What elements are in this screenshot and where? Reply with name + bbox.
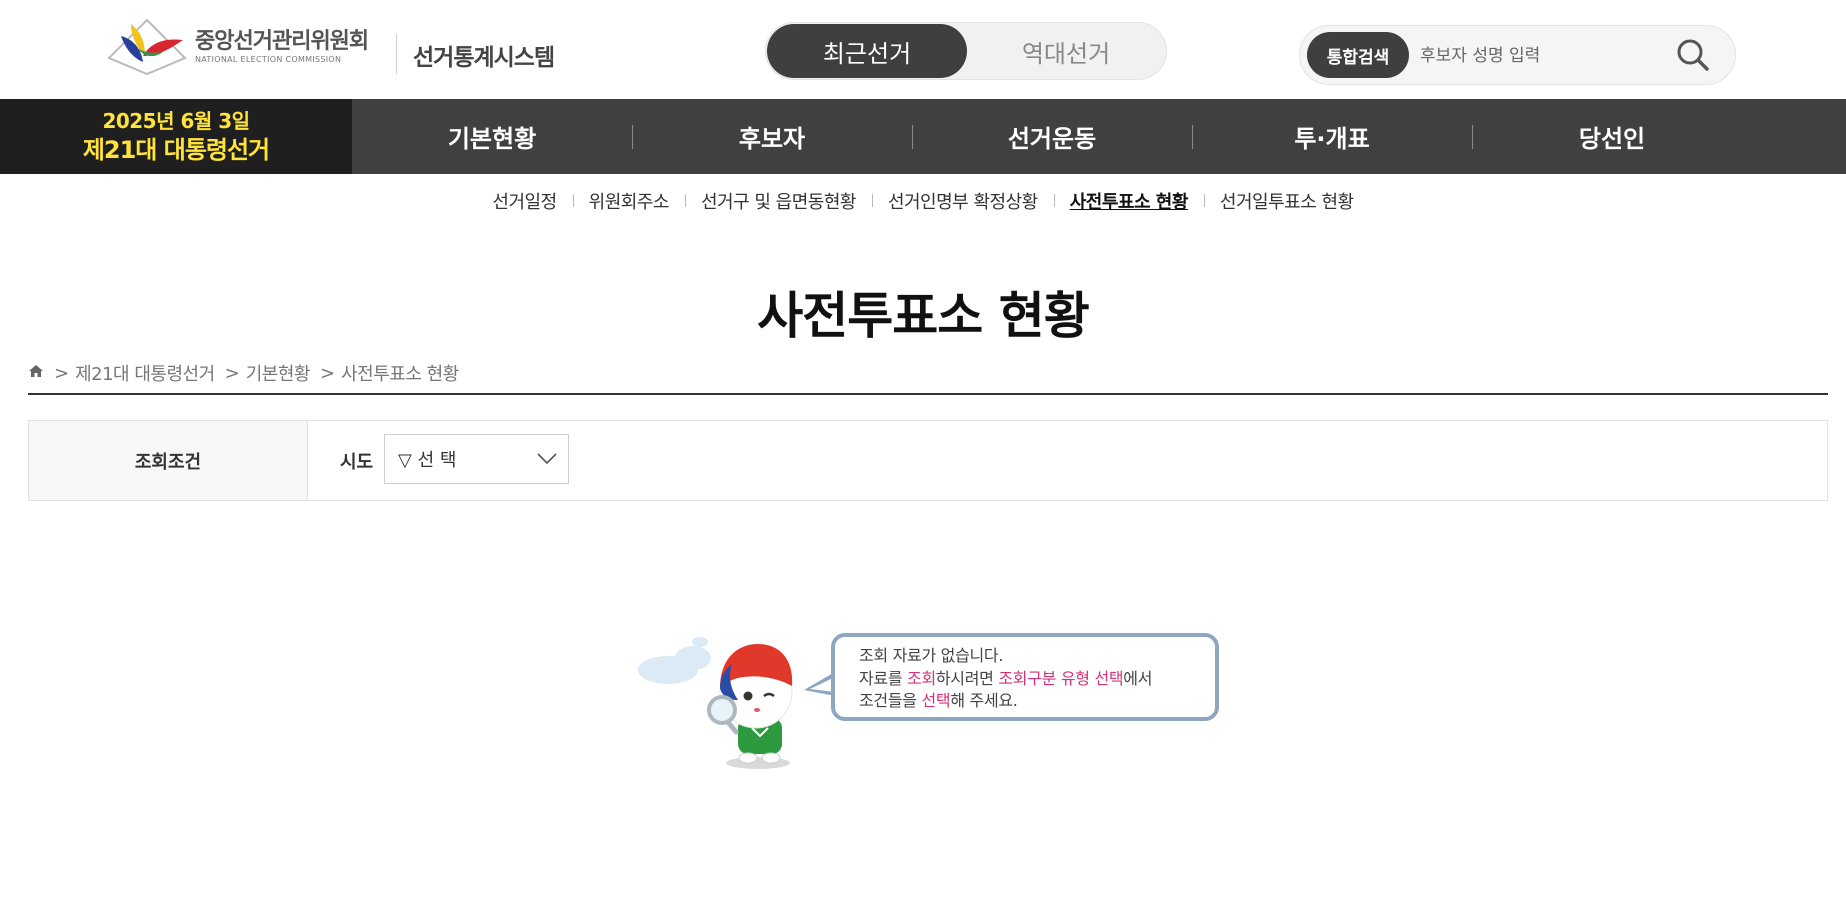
empty-state: 조회 자료가 없습니다. 자료를 조회하시려면 조회구분 유형 선택에서 조건들… <box>628 630 1228 780</box>
nec-logo[interactable]: 중앙선거관리위원회 NATIONAL ELECTION COMMISSION <box>107 18 375 76</box>
sub-nav-early-voting-stations[interactable]: 사전투표소 현황 <box>1053 188 1204 214</box>
past-election-tab[interactable]: 역대선거 <box>966 24 1166 78</box>
mascot-magnifier-illustration <box>638 637 833 769</box>
breadcrumb-election[interactable]: 제21대 대통령선거 <box>75 360 215 386</box>
instruction-line: 자료를 조회하시려면 조회구분 유형 선택에서 <box>859 668 1191 691</box>
sub-nav-districts[interactable]: 선거구 및 읍면동현황 <box>684 188 872 214</box>
query-conditions-label: 조회조건 <box>29 421 308 500</box>
home-icon[interactable] <box>28 363 44 384</box>
instruction-highlight: 선택 <box>921 691 951 710</box>
province-field-label: 시도 <box>340 452 374 473</box>
main-nav-items: 기본현황 후보자 선거운동 투·개표 당선인 <box>352 99 1752 174</box>
breadcrumb-basic-status[interactable]: 기본현황 <box>246 360 311 386</box>
no-data-message-line: 조회 자료가 없습니다. <box>859 645 1191 668</box>
nav-item-candidates[interactable]: 후보자 <box>632 99 912 174</box>
current-election-label[interactable]: 2025년 6월 3일 제21대 대통령선거 <box>0 99 352 174</box>
search-button[interactable] <box>1674 36 1712 74</box>
breadcrumb-rule <box>28 393 1828 395</box>
election-name: 제21대 대통령선거 <box>82 135 270 164</box>
nav-item-basic-status[interactable]: 기본현황 <box>352 99 632 174</box>
logo-korean-text: 중앙선거관리위원회 <box>195 29 369 54</box>
no-data-message-bubble: 조회 자료가 없습니다. 자료를 조회하시려면 조회구분 유형 선택에서 조건들… <box>831 633 1219 721</box>
instruction-text: 조건들을 <box>859 691 922 710</box>
nav-item-campaign[interactable]: 선거운동 <box>912 99 1192 174</box>
nav-item-voting-counting[interactable]: 투·개표 <box>1192 99 1472 174</box>
election-toggle: 최근선거 역대선거 <box>765 22 1167 80</box>
instruction-highlight: 조회구분 유형 선택 <box>998 668 1124 688</box>
chevron-down-icon <box>537 453 557 465</box>
sub-nav-election-schedule[interactable]: 선거일정 <box>476 188 572 214</box>
page-title: 사전투표소 현황 <box>757 287 1089 345</box>
system-name[interactable]: 선거통계시스템 <box>413 38 555 72</box>
province-select[interactable]: ▽ 선 택 <box>384 434 569 484</box>
nec-emblem-icon <box>107 18 187 76</box>
integrated-search: 통합검색 <box>1299 25 1736 85</box>
election-date: 2025년 6월 3일 <box>102 108 250 133</box>
sub-nav-committee-address[interactable]: 위원회주소 <box>572 188 685 214</box>
instruction-highlight: 조회 <box>907 668 936 688</box>
logo-english-text: NATIONAL ELECTION COMMISSION <box>195 55 342 64</box>
breadcrumb-separator: > <box>224 362 240 384</box>
sub-navigation: 선거일정 위원회주소 선거구 및 읍면동현황 선거인명부 확정상황 사전투표소 … <box>0 186 1846 216</box>
nav-item-elected[interactable]: 당선인 <box>1472 99 1752 174</box>
breadcrumb-separator: > <box>319 362 336 384</box>
instruction-line: 조건들을 선택해 주세요. <box>859 690 1191 713</box>
breadcrumb-separator: > <box>54 362 70 384</box>
integrated-search-badge: 통합검색 <box>1307 32 1409 78</box>
search-icon <box>1677 39 1709 71</box>
instruction-text: 에서 <box>1123 668 1153 688</box>
no-data-text: 조회 자료가 없습니다. <box>859 646 1004 665</box>
logo-divider <box>396 34 397 74</box>
site-header: 중앙선거관리위원회 NATIONAL ELECTION COMMISSION 선… <box>0 0 1846 99</box>
instruction-text: 자료를 <box>859 668 908 688</box>
sub-nav-voter-registry[interactable]: 선거인명부 확정상황 <box>871 188 1054 214</box>
province-select-value: ▽ 선 택 <box>398 450 457 471</box>
main-navigation: 2025년 6월 3일 제21대 대통령선거 기본현황 후보자 선거운동 투·개… <box>0 99 1846 174</box>
breadcrumb: > 제21대 대통령선거 > 기본현황 > 사전투표소 현황 <box>28 360 459 386</box>
recent-election-tab[interactable]: 최근선거 <box>767 24 967 78</box>
instruction-text: 해 주세요. <box>950 691 1018 710</box>
query-conditions-panel: 조회조건 시도 ▽ 선 택 <box>28 420 1828 501</box>
candidate-name-search-input[interactable] <box>1418 34 1672 78</box>
sub-nav-election-day-stations[interactable]: 선거일투표소 현황 <box>1203 188 1370 214</box>
breadcrumb-current-page: 사전투표소 현황 <box>341 364 459 385</box>
instruction-text: 하시려면 <box>935 668 999 688</box>
